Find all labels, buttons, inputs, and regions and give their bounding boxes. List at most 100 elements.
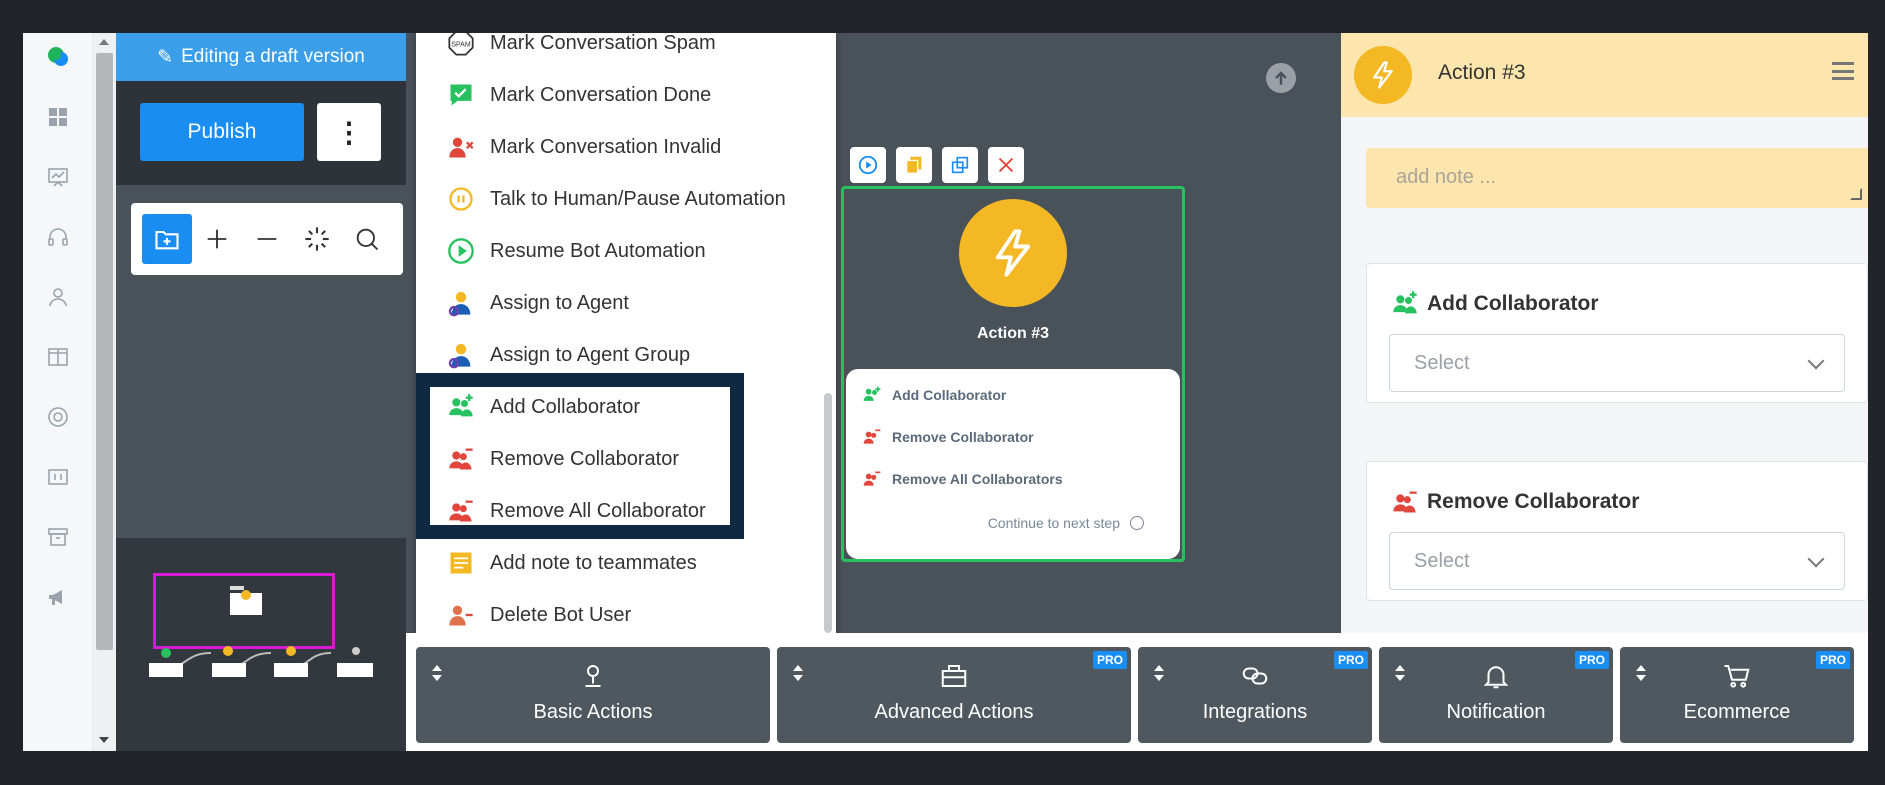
- tab-advanced-actions[interactable]: Advanced Actions PRO: [777, 647, 1131, 743]
- more-options-button[interactable]: ⋮: [317, 103, 381, 161]
- done-icon: [446, 80, 476, 110]
- menu-item-invalid[interactable]: Mark Conversation Invalid: [416, 121, 816, 173]
- menu-item-done[interactable]: Mark Conversation Done: [416, 69, 816, 121]
- panel-header: Action #3: [1341, 33, 1868, 117]
- zoom-out-button[interactable]: [242, 214, 292, 264]
- sort-icon: [1395, 665, 1405, 683]
- add-step-button[interactable]: [142, 214, 192, 264]
- node-actions-card: Add Collaborator Remove Collaborator Rem…: [846, 369, 1180, 559]
- pro-badge: PRO: [1815, 651, 1850, 669]
- link-icon: [1242, 667, 1268, 685]
- tab-basic-actions[interactable]: Basic Actions: [416, 647, 770, 743]
- action-node[interactable]: Action #3 Add Collaborator Remove Collab…: [841, 186, 1185, 562]
- zoom-in-button[interactable]: [192, 214, 242, 264]
- section-title: Add Collaborator: [1391, 290, 1599, 318]
- sort-icon: [1636, 665, 1646, 683]
- chevron-down-icon: [1807, 550, 1825, 568]
- draft-version-banner: ✎ Editing a draft version: [116, 33, 406, 81]
- action-settings-panel: Action #3 add note ... Add Collaborator …: [1341, 33, 1868, 633]
- test-node-button[interactable]: [850, 147, 886, 183]
- publish-area: Publish ⋮: [116, 81, 406, 185]
- analytics-icon[interactable]: [44, 163, 72, 191]
- menu-item-spam[interactable]: SPAM Mark Conversation Spam: [416, 33, 816, 69]
- menu-item-add-note[interactable]: Add note to teammates: [416, 537, 816, 589]
- note-icon: [446, 548, 476, 578]
- node-toolbar: [850, 147, 1024, 183]
- remove-collaborator-select[interactable]: Select: [1389, 532, 1845, 590]
- duplicate-node-button[interactable]: [896, 147, 932, 183]
- note-textarea[interactable]: add note ...: [1366, 148, 1868, 208]
- delete-user-icon: [446, 600, 476, 630]
- toolbox-icon: [941, 665, 967, 687]
- remove-collaborator-icon: [863, 429, 881, 444]
- next-step-connector[interactable]: [1130, 516, 1144, 530]
- node-row: Remove Collaborator: [862, 425, 1034, 449]
- dashboard-icon[interactable]: [44, 103, 72, 131]
- svg-text:SPAM: SPAM: [451, 42, 470, 49]
- bell-icon: [1483, 666, 1509, 689]
- auto-arrange-button[interactable]: [292, 214, 342, 264]
- pause-icon: [446, 184, 476, 214]
- tab-notification[interactable]: Notification PRO: [1379, 647, 1613, 743]
- cart-icon: [1724, 665, 1750, 688]
- section-title: Remove Collaborator: [1391, 488, 1639, 516]
- counter-icon[interactable]: [44, 463, 72, 491]
- icon-rail: [23, 33, 93, 751]
- sort-icon: [432, 665, 442, 683]
- add-collaborator-select[interactable]: Select: [1389, 334, 1845, 392]
- user-icon[interactable]: [44, 283, 72, 311]
- resize-grip-icon[interactable]: [1850, 188, 1862, 200]
- bottom-tab-bar: Basic Actions Advanced Actions PRO Integ…: [406, 633, 1868, 751]
- scroll-up-arrow[interactable]: [99, 39, 109, 45]
- basic-actions-menu: SPAM Mark Conversation Spam Mark Convers…: [416, 33, 836, 653]
- scrollbar-thumb[interactable]: [96, 53, 113, 650]
- invalid-icon: [446, 132, 476, 162]
- highlight-annotation: [416, 373, 744, 539]
- scroll-down-arrow[interactable]: [99, 737, 109, 743]
- minimap[interactable]: [116, 538, 406, 751]
- remove-all-collaborators-icon: [863, 471, 881, 486]
- pro-badge: PRO: [1574, 651, 1609, 669]
- tab-ecommerce[interactable]: Ecommerce PRO: [1620, 647, 1854, 743]
- node-title: Action #3: [976, 325, 1049, 342]
- spam-icon: SPAM: [446, 33, 476, 58]
- sort-icon: [793, 665, 803, 683]
- left-scrollbar[interactable]: [93, 33, 116, 751]
- publish-button[interactable]: Publish: [140, 103, 304, 161]
- pro-badge: PRO: [1092, 651, 1127, 669]
- archive-icon[interactable]: [44, 523, 72, 551]
- edit-icon: ✎: [157, 46, 174, 68]
- megaphone-icon[interactable]: [44, 583, 72, 611]
- agent-icon: [446, 288, 476, 318]
- headset-icon[interactable]: [44, 223, 72, 251]
- touch-icon: [585, 665, 601, 687]
- add-collaborator-icon: [863, 386, 881, 401]
- sort-icon: [1154, 665, 1164, 683]
- agent-group-icon: [446, 340, 476, 370]
- hamburger-menu-icon[interactable]: [1832, 62, 1854, 80]
- node-row: Remove All Collaborators: [862, 467, 1063, 491]
- search-button[interactable]: [342, 214, 392, 264]
- menu-item-resume[interactable]: Resume Bot Automation: [416, 225, 816, 277]
- canvas-toolbar: [131, 203, 403, 275]
- menu-item-pause[interactable]: Talk to Human/Pause Automation: [416, 173, 816, 225]
- copy-node-button[interactable]: [942, 147, 978, 183]
- continue-next-step[interactable]: Continue to next step: [988, 515, 1144, 531]
- menu-scrollbar[interactable]: [824, 393, 832, 633]
- columns-icon[interactable]: [44, 343, 72, 371]
- chevron-down-icon: [1807, 352, 1825, 370]
- action-node-icon: [959, 199, 1067, 307]
- remove-collaborator-section: Remove Collaborator Select: [1366, 461, 1868, 601]
- panel-title: Action #3: [1438, 61, 1526, 84]
- draft-banner-label: Editing a draft version: [181, 46, 365, 67]
- delete-node-button[interactable]: [988, 147, 1024, 183]
- lifebuoy-icon[interactable]: [44, 403, 72, 431]
- builder-left-panel: ✎ Editing a draft version Publish ⋮: [116, 33, 406, 751]
- menu-item-assign-agent[interactable]: Assign to Agent: [416, 277, 816, 329]
- minimap-graph: [149, 586, 373, 677]
- chat-logo-icon[interactable]: [44, 43, 72, 71]
- add-collaborator-icon: [1393, 291, 1417, 314]
- scroll-to-top-button[interactable]: [1266, 63, 1296, 93]
- remove-collaborator-icon: [1393, 491, 1417, 513]
- tab-integrations[interactable]: Integrations PRO: [1138, 647, 1372, 743]
